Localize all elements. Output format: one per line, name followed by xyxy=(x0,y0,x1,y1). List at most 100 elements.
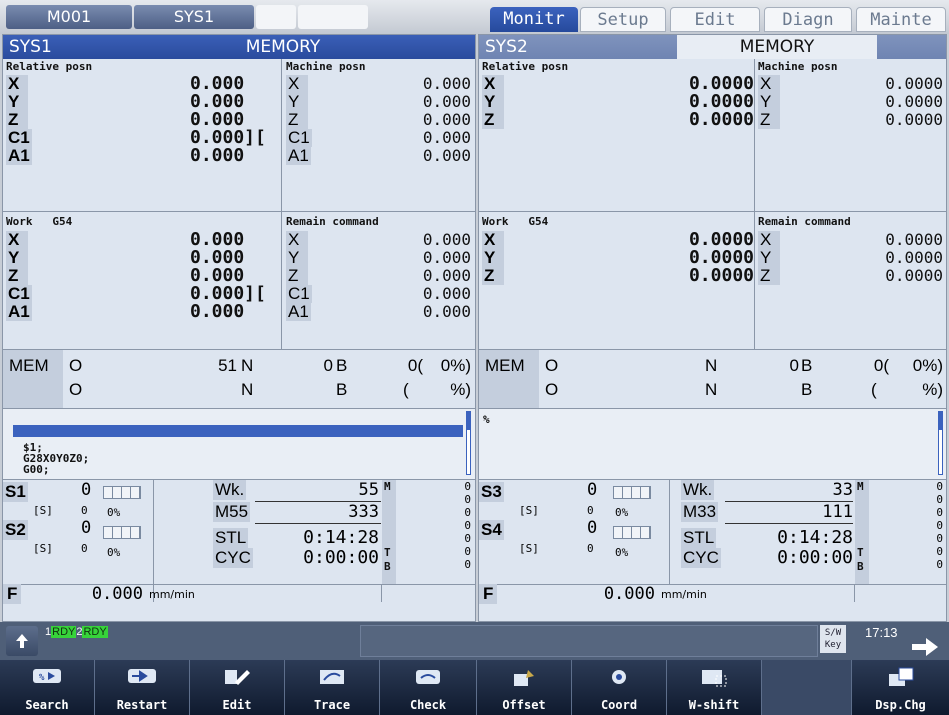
spindle-s3-label: S3 xyxy=(479,482,504,502)
spindle-area: S3 0 [S] 0 0% S4 0 [S] 0 0% Wk. 33 M33 1… xyxy=(479,480,946,604)
cyc-label: CYC xyxy=(213,548,253,568)
axis-label: A1 xyxy=(286,146,311,165)
fkey-edit[interactable]: Edit xyxy=(190,660,285,715)
spindle-s4-load-bar xyxy=(613,524,651,543)
feed-value: 0.000 xyxy=(91,584,143,604)
program-line: G00; xyxy=(23,463,50,476)
b-percent: 0%) xyxy=(912,356,943,375)
o-label-2: O xyxy=(69,380,83,399)
clock: 17:13 xyxy=(865,625,898,640)
axis-value: 0.000 xyxy=(422,128,471,147)
work-code: G54 xyxy=(52,215,73,228)
fkey-trace[interactable]: Trace xyxy=(285,660,380,715)
spindle-s3-unit: [S] xyxy=(519,504,539,517)
b-value: 0 xyxy=(464,558,471,571)
mode-edit[interactable]: Edit xyxy=(670,7,760,32)
axis-label: Y xyxy=(286,249,308,267)
program-display: $1; G28X0Y0Z0; G00; xyxy=(3,409,475,479)
n-value: 0 xyxy=(323,356,333,375)
program-lines: $1; G28X0Y0Z0; G00; xyxy=(23,442,89,475)
axis-value: 0.000 xyxy=(422,302,471,321)
program-scrollbar[interactable] xyxy=(466,411,471,429)
spindle-s4-label: S4 xyxy=(479,520,504,540)
spindle-s1-pct: 0% xyxy=(107,506,121,519)
tab-m001-label: M001 xyxy=(46,7,92,26)
fkey-offset[interactable]: Offset xyxy=(477,660,572,715)
fkey-restart[interactable]: Restart xyxy=(95,660,190,715)
machine-values: 0.0000 0.0000 0.0000 xyxy=(819,75,943,129)
message-area xyxy=(360,625,818,657)
spindle-s4-pct: 0% xyxy=(615,546,629,559)
machine-axes: X Y Z xyxy=(758,75,798,129)
key-label: Key xyxy=(824,640,842,650)
m33-value: 111 xyxy=(822,502,853,522)
m-value: 0 xyxy=(464,493,471,506)
spindle-s3-load-bar xyxy=(613,484,651,503)
axis-value: 0.000 xyxy=(422,146,471,165)
work-title: Work G54 xyxy=(482,215,548,228)
back-button[interactable] xyxy=(6,626,38,656)
program-status: MEM O 51 N 0 B 0( 0%) O N B ( %) xyxy=(3,350,475,408)
fkey-search[interactable]: % Search xyxy=(0,660,95,715)
axis-label: X xyxy=(286,231,308,249)
tab-empty-1[interactable] xyxy=(256,5,296,29)
axis-label: A1 xyxy=(6,302,32,321)
mode-monitr[interactable]: Monitr xyxy=(490,7,578,32)
spindle-area: S1 0 [S] 0 0% S2 0 [S] 0 0% Wk. 55 M55 3… xyxy=(3,480,475,604)
mem-label: MEM xyxy=(485,356,525,375)
axis-value: 0.000 xyxy=(190,145,245,166)
b-value: 0( xyxy=(407,356,423,375)
mode-mainte[interactable]: Mainte xyxy=(856,7,946,32)
next-button[interactable] xyxy=(910,636,940,662)
axis-value: 0.0000 xyxy=(885,92,943,111)
b-label-2: B xyxy=(336,380,348,399)
mode-diagn[interactable]: Diagn xyxy=(764,7,852,32)
work-axes: X Y Z C1 A1 xyxy=(6,231,46,321)
sw-key-button[interactable]: S/W Key xyxy=(820,625,846,653)
b-value: 0 xyxy=(936,558,943,571)
tab-sys1[interactable]: SYS1 xyxy=(134,5,254,29)
fkey-check-label: Check xyxy=(409,698,447,712)
ready-indicators: 1RDY2RDY xyxy=(45,626,108,638)
m-value: 0 xyxy=(936,532,943,545)
cyc-label: CYC xyxy=(681,548,721,568)
spindle-s3-value: 0 xyxy=(587,480,598,500)
back-arrow-icon xyxy=(16,634,28,648)
check-icon xyxy=(416,670,440,684)
axis-value: 0.000 xyxy=(422,74,471,93)
remain-axes: X Y Z C1 A1 xyxy=(286,231,326,321)
axis-value: 0.0000 xyxy=(885,266,943,285)
program-status: MEM O N 0 B 0( 0%) O N B ( %) xyxy=(479,350,946,408)
stl-label: STL xyxy=(681,528,717,548)
fkey-coord[interactable]: Coord xyxy=(572,660,667,715)
fkey-empty[interactable] xyxy=(762,660,852,715)
display-change-icon xyxy=(888,667,913,686)
stl-label: STL xyxy=(213,528,249,548)
o-label-2: O xyxy=(545,380,559,399)
stl-value: 0:14:28 xyxy=(303,527,379,548)
program-scrollbar[interactable] xyxy=(938,411,943,429)
work-title: Work G54 xyxy=(6,215,72,228)
tab-m001[interactable]: M001 xyxy=(6,5,132,29)
svg-text:%: % xyxy=(39,673,45,683)
restart-icon xyxy=(128,669,156,683)
m-code-letter: M xyxy=(857,480,864,493)
mode-setup[interactable]: Setup xyxy=(580,7,666,32)
relative-posn-title: Relative posn xyxy=(6,60,93,73)
fkey-dsp-chg[interactable]: Dsp.Chg xyxy=(852,660,949,715)
machine-axes: X Y Z C1 A1 xyxy=(286,75,326,165)
relative-values: 0.0000 0.0000 0.0000 xyxy=(629,75,754,129)
fkey-w-shift[interactable]: W-shift xyxy=(667,660,762,715)
tab-empty-2[interactable] xyxy=(298,5,368,29)
axis-label: Y xyxy=(6,249,28,267)
spindle-s3-pct: 0% xyxy=(615,506,629,519)
axis-value: 0.000 xyxy=(422,284,471,303)
fkey-check[interactable]: Check xyxy=(380,660,477,715)
spindle-s2-label: S2 xyxy=(3,520,28,540)
m-value: 0 xyxy=(936,519,943,532)
fkey-offset-label: Offset xyxy=(502,698,546,712)
m33-label: M33 xyxy=(681,502,719,522)
relative-axes: X Y Z C1 A1 xyxy=(6,75,46,165)
wk-value: 55 xyxy=(358,480,379,500)
stl-value: 0:14:28 xyxy=(777,527,853,548)
